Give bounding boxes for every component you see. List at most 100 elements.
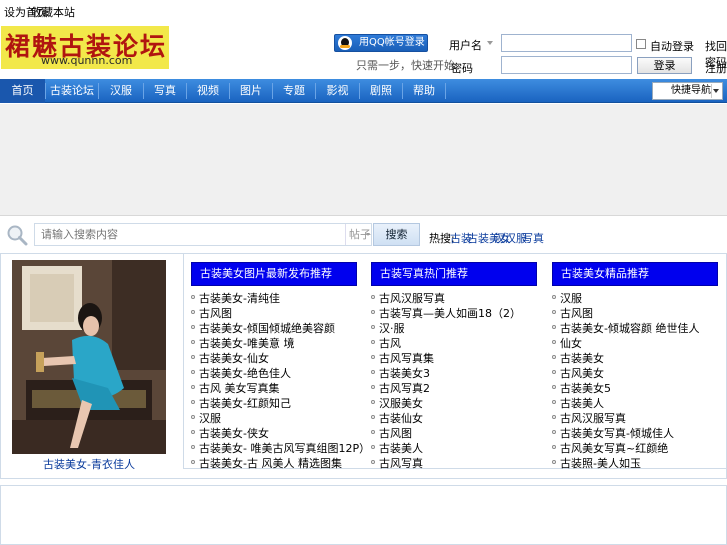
bookmark-link[interactable]: 收藏本站 — [31, 4, 75, 20]
bullet-icon — [371, 310, 375, 314]
list-item[interactable]: 古风写真 — [371, 455, 423, 471]
list-item[interactable]: 汉服 — [191, 410, 221, 426]
lower-content-box — [0, 485, 727, 545]
list-item[interactable]: 古风汉服写真 — [552, 410, 626, 426]
list-item[interactable]: 古装美女-侠女 — [191, 425, 269, 441]
list-item[interactable]: 汉服美女 — [371, 395, 423, 411]
search-input[interactable] — [35, 224, 345, 245]
dropdown-divider — [711, 84, 712, 98]
list-item[interactable]: 汉服 — [552, 290, 582, 306]
bullet-icon — [371, 355, 375, 359]
list-item[interactable]: 古装美女-唯美意 境 — [191, 335, 294, 351]
list-item[interactable]: 古装美女3 — [371, 365, 430, 381]
list-item[interactable]: 汉·服 — [371, 320, 405, 336]
register-link[interactable]: 注册 — [705, 60, 727, 76]
list-item[interactable]: 古装美女写真-倾城佳人 — [552, 425, 674, 441]
list-item[interactable]: 古风写真2 — [371, 380, 430, 396]
list-item[interactable]: 古风美女写真~红颜绝 — [552, 440, 668, 456]
list-item[interactable]: 古装美人 — [371, 440, 423, 456]
site-logo[interactable]: 裙魅古装论坛 www.qunnn.com — [1, 26, 169, 69]
list-item[interactable]: 古装写真—美人如画18（2） — [371, 305, 521, 321]
search-box: 帖子 — [34, 223, 372, 246]
chevron-down-icon — [366, 233, 370, 236]
hot-search-link[interactable]: 汉 — [494, 230, 505, 246]
search-type-select[interactable]: 帖子 — [345, 224, 373, 245]
bullet-icon — [552, 400, 556, 404]
bullet-icon — [191, 340, 195, 344]
login-button[interactable]: 登录 — [637, 57, 692, 74]
list-item[interactable]: 仙女 — [552, 335, 582, 351]
bullet-icon — [191, 295, 195, 299]
logo-url-text: www.qunnn.com — [41, 54, 133, 67]
list-item[interactable]: 古风图 — [371, 425, 412, 441]
list-title-hot[interactable]: 古装写真热门推荐 — [371, 262, 537, 286]
nav-hanfu[interactable]: 汉服 — [99, 79, 143, 103]
main-nav: 首页 古装论坛 汉服 写真 视频 图片 专题 影视 剧照 帮助 — [0, 79, 727, 103]
qq-login-button[interactable]: 用QQ帐号登录 — [334, 34, 428, 52]
list-item[interactable]: 古装美女-古 风美人 精选图集 — [191, 455, 342, 471]
list-item[interactable]: 古风美女 — [552, 365, 604, 381]
nav-photo[interactable]: 写真 — [144, 79, 186, 103]
list-item[interactable]: 古风汉服写真 — [371, 290, 445, 306]
bullet-icon — [552, 370, 556, 374]
list-item[interactable]: 古装美女 — [552, 350, 604, 366]
username-input[interactable] — [501, 34, 632, 52]
nav-home[interactable]: 首页 — [0, 79, 45, 103]
list-item[interactable]: 古风图 — [552, 305, 593, 321]
list-item[interactable]: 古装美女-倾国倾城绝美容颜 — [191, 320, 335, 336]
bullet-icon — [371, 295, 375, 299]
list-item[interactable]: 古装美女-清纯佳 — [191, 290, 280, 306]
list-item[interactable]: 古装美人 — [552, 395, 604, 411]
quick-nav-label: 快捷导航 — [671, 85, 711, 96]
nav-stills[interactable]: 剧照 — [360, 79, 402, 103]
login-type-value: 用户名 — [449, 39, 482, 52]
bullet-icon — [191, 430, 195, 434]
list-item-label: 古风 美女写真集 — [199, 382, 280, 395]
list-item-label: 古装仙女 — [379, 412, 423, 425]
list-item[interactable]: 古风 美女写真集 — [191, 380, 280, 396]
list-item[interactable]: 古装美女5 — [552, 380, 611, 396]
nav-topics[interactable]: 专题 — [273, 79, 315, 103]
nav-forum[interactable]: 古装论坛 — [46, 79, 98, 103]
hot-search-link[interactable]: 写真 — [522, 230, 544, 246]
bullet-icon — [191, 415, 195, 419]
list-item[interactable]: 古风写真集 — [371, 350, 434, 366]
list-item[interactable]: 古装美女-红颜知己 — [191, 395, 291, 411]
auto-login-checkbox[interactable] — [636, 39, 646, 49]
nav-pictures[interactable]: 图片 — [230, 79, 272, 103]
bullet-icon — [371, 430, 375, 434]
list-item[interactable]: 古装照-美人如玉 — [552, 455, 641, 471]
nav-help[interactable]: 帮助 — [403, 79, 445, 103]
list-item[interactable]: 古装美女- 唯美古风写真组图12P） — [191, 440, 370, 456]
bullet-icon — [552, 415, 556, 419]
list-item-label: 古风 — [379, 337, 401, 350]
bullet-icon — [191, 355, 195, 359]
auto-login-label[interactable]: 自动登录 — [650, 38, 694, 54]
list-item[interactable]: 古风 — [371, 335, 401, 351]
list-item[interactable]: 古装美女-绝色佳人 — [191, 365, 291, 381]
nav-video[interactable]: 视频 — [187, 79, 229, 103]
nav-drama[interactable]: 影视 — [316, 79, 359, 103]
list-item-label: 古装美女-倾城容颜 绝世佳人 — [560, 322, 700, 335]
bullet-icon — [371, 460, 375, 464]
list-item[interactable]: 古装美女-仙女 — [191, 350, 269, 366]
bullet-icon — [191, 400, 195, 404]
list-item[interactable]: 古装仙女 — [371, 410, 423, 426]
bullet-icon — [371, 385, 375, 389]
list-item-label: 汉服 — [199, 412, 221, 425]
featured-photo[interactable] — [12, 260, 166, 454]
bullet-icon — [552, 310, 556, 314]
password-label: 密码 — [451, 62, 473, 75]
list-item-label: 古风美女写真~红颜绝 — [560, 442, 669, 455]
quick-nav-dropdown[interactable]: 快捷导航 — [652, 82, 723, 100]
featured-photo-caption[interactable]: 古装美女-青衣佳人 — [12, 456, 166, 472]
bullet-icon — [552, 355, 556, 359]
list-item-label: 古装美女-倾国倾城绝美容颜 — [199, 322, 335, 335]
list-title-latest[interactable]: 古装美女图片最新发布推荐 — [191, 262, 357, 286]
list-item[interactable]: 古装美女-倾城容颜 绝世佳人 — [552, 320, 699, 336]
list-title-featured[interactable]: 古装美女精品推荐 — [552, 262, 718, 286]
list-item[interactable]: 古风图 — [191, 305, 232, 321]
password-input[interactable] — [501, 56, 632, 74]
login-type-select[interactable]: 用户名 — [449, 37, 493, 52]
search-button[interactable]: 搜索 — [373, 223, 420, 246]
